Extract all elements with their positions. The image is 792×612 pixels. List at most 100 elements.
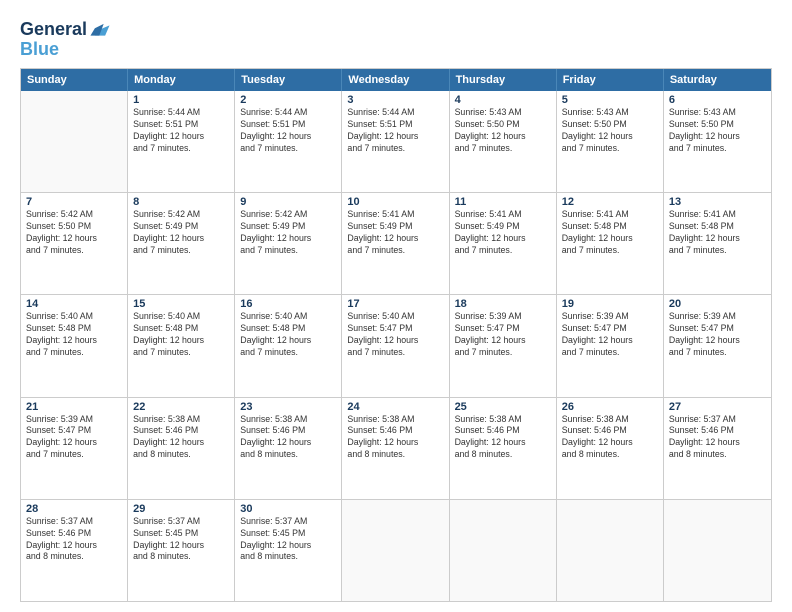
- calendar-header-row: SundayMondayTuesdayWednesdayThursdayFrid…: [21, 69, 771, 91]
- day-info: Sunrise: 5:41 AM Sunset: 5:49 PM Dayligh…: [455, 209, 551, 257]
- calendar-cell: 4Sunrise: 5:43 AM Sunset: 5:50 PM Daylig…: [450, 91, 557, 192]
- day-number: 14: [26, 298, 122, 310]
- day-number: 3: [347, 94, 443, 106]
- calendar-cell: 11Sunrise: 5:41 AM Sunset: 5:49 PM Dayli…: [450, 193, 557, 294]
- day-info: Sunrise: 5:38 AM Sunset: 5:46 PM Dayligh…: [455, 414, 551, 462]
- day-number: 23: [240, 401, 336, 413]
- calendar-cell: 20Sunrise: 5:39 AM Sunset: 5:47 PM Dayli…: [664, 295, 771, 396]
- day-number: 19: [562, 298, 658, 310]
- calendar-cell: [21, 91, 128, 192]
- calendar-row: 7Sunrise: 5:42 AM Sunset: 5:50 PM Daylig…: [21, 192, 771, 294]
- day-info: Sunrise: 5:39 AM Sunset: 5:47 PM Dayligh…: [669, 311, 766, 359]
- day-number: 8: [133, 196, 229, 208]
- calendar-header-cell: Wednesday: [342, 69, 449, 91]
- calendar-cell: 24Sunrise: 5:38 AM Sunset: 5:46 PM Dayli…: [342, 398, 449, 499]
- calendar-cell: 6Sunrise: 5:43 AM Sunset: 5:50 PM Daylig…: [664, 91, 771, 192]
- day-info: Sunrise: 5:37 AM Sunset: 5:46 PM Dayligh…: [26, 516, 122, 564]
- day-number: 22: [133, 401, 229, 413]
- day-info: Sunrise: 5:40 AM Sunset: 5:48 PM Dayligh…: [240, 311, 336, 359]
- day-info: Sunrise: 5:40 AM Sunset: 5:48 PM Dayligh…: [26, 311, 122, 359]
- calendar-cell: 9Sunrise: 5:42 AM Sunset: 5:49 PM Daylig…: [235, 193, 342, 294]
- calendar-cell: 23Sunrise: 5:38 AM Sunset: 5:46 PM Dayli…: [235, 398, 342, 499]
- day-number: 4: [455, 94, 551, 106]
- logo: General Blue: [20, 18, 111, 58]
- day-number: 16: [240, 298, 336, 310]
- day-number: 28: [26, 503, 122, 515]
- calendar-header-cell: Monday: [128, 69, 235, 91]
- day-info: Sunrise: 5:37 AM Sunset: 5:46 PM Dayligh…: [669, 414, 766, 462]
- day-number: 20: [669, 298, 766, 310]
- calendar-cell: 28Sunrise: 5:37 AM Sunset: 5:46 PM Dayli…: [21, 500, 128, 601]
- calendar-cell: [450, 500, 557, 601]
- day-info: Sunrise: 5:40 AM Sunset: 5:47 PM Dayligh…: [347, 311, 443, 359]
- calendar-cell: 21Sunrise: 5:39 AM Sunset: 5:47 PM Dayli…: [21, 398, 128, 499]
- day-number: 6: [669, 94, 766, 106]
- day-info: Sunrise: 5:43 AM Sunset: 5:50 PM Dayligh…: [455, 107, 551, 155]
- logo-icon: [89, 18, 111, 40]
- day-info: Sunrise: 5:40 AM Sunset: 5:48 PM Dayligh…: [133, 311, 229, 359]
- day-number: 1: [133, 94, 229, 106]
- calendar-header-cell: Saturday: [664, 69, 771, 91]
- calendar-cell: 26Sunrise: 5:38 AM Sunset: 5:46 PM Dayli…: [557, 398, 664, 499]
- day-number: 27: [669, 401, 766, 413]
- day-info: Sunrise: 5:39 AM Sunset: 5:47 PM Dayligh…: [26, 414, 122, 462]
- day-number: 30: [240, 503, 336, 515]
- day-number: 2: [240, 94, 336, 106]
- page: General Blue SundayMondayTuesdayWednesda…: [0, 0, 792, 612]
- day-number: 10: [347, 196, 443, 208]
- day-info: Sunrise: 5:44 AM Sunset: 5:51 PM Dayligh…: [240, 107, 336, 155]
- calendar-cell: 14Sunrise: 5:40 AM Sunset: 5:48 PM Dayli…: [21, 295, 128, 396]
- day-number: 24: [347, 401, 443, 413]
- day-info: Sunrise: 5:43 AM Sunset: 5:50 PM Dayligh…: [562, 107, 658, 155]
- calendar-cell: 15Sunrise: 5:40 AM Sunset: 5:48 PM Dayli…: [128, 295, 235, 396]
- calendar-cell: 8Sunrise: 5:42 AM Sunset: 5:49 PM Daylig…: [128, 193, 235, 294]
- calendar-cell: 19Sunrise: 5:39 AM Sunset: 5:47 PM Dayli…: [557, 295, 664, 396]
- calendar-row: 14Sunrise: 5:40 AM Sunset: 5:48 PM Dayli…: [21, 294, 771, 396]
- calendar-header-cell: Friday: [557, 69, 664, 91]
- calendar-body: 1Sunrise: 5:44 AM Sunset: 5:51 PM Daylig…: [21, 91, 771, 601]
- calendar-cell: [664, 500, 771, 601]
- day-number: 12: [562, 196, 658, 208]
- calendar-cell: 22Sunrise: 5:38 AM Sunset: 5:46 PM Dayli…: [128, 398, 235, 499]
- day-number: 5: [562, 94, 658, 106]
- day-number: 15: [133, 298, 229, 310]
- day-number: 29: [133, 503, 229, 515]
- day-number: 7: [26, 196, 122, 208]
- calendar-cell: 25Sunrise: 5:38 AM Sunset: 5:46 PM Dayli…: [450, 398, 557, 499]
- day-number: 9: [240, 196, 336, 208]
- calendar-row: 28Sunrise: 5:37 AM Sunset: 5:46 PM Dayli…: [21, 499, 771, 601]
- calendar-cell: [557, 500, 664, 601]
- calendar-header-cell: Tuesday: [235, 69, 342, 91]
- calendar-cell: 16Sunrise: 5:40 AM Sunset: 5:48 PM Dayli…: [235, 295, 342, 396]
- calendar-cell: 5Sunrise: 5:43 AM Sunset: 5:50 PM Daylig…: [557, 91, 664, 192]
- day-number: 21: [26, 401, 122, 413]
- header: General Blue: [20, 18, 772, 58]
- calendar-cell: 27Sunrise: 5:37 AM Sunset: 5:46 PM Dayli…: [664, 398, 771, 499]
- day-info: Sunrise: 5:38 AM Sunset: 5:46 PM Dayligh…: [133, 414, 229, 462]
- day-info: Sunrise: 5:37 AM Sunset: 5:45 PM Dayligh…: [240, 516, 336, 564]
- day-info: Sunrise: 5:38 AM Sunset: 5:46 PM Dayligh…: [240, 414, 336, 462]
- logo-text: General: [20, 20, 87, 38]
- day-info: Sunrise: 5:42 AM Sunset: 5:49 PM Dayligh…: [240, 209, 336, 257]
- day-info: Sunrise: 5:42 AM Sunset: 5:50 PM Dayligh…: [26, 209, 122, 257]
- day-info: Sunrise: 5:39 AM Sunset: 5:47 PM Dayligh…: [455, 311, 551, 359]
- day-number: 13: [669, 196, 766, 208]
- calendar-cell: 2Sunrise: 5:44 AM Sunset: 5:51 PM Daylig…: [235, 91, 342, 192]
- calendar: SundayMondayTuesdayWednesdayThursdayFrid…: [20, 68, 772, 602]
- calendar-row: 1Sunrise: 5:44 AM Sunset: 5:51 PM Daylig…: [21, 91, 771, 192]
- calendar-cell: 18Sunrise: 5:39 AM Sunset: 5:47 PM Dayli…: [450, 295, 557, 396]
- calendar-cell: 10Sunrise: 5:41 AM Sunset: 5:49 PM Dayli…: [342, 193, 449, 294]
- day-info: Sunrise: 5:38 AM Sunset: 5:46 PM Dayligh…: [562, 414, 658, 462]
- day-info: Sunrise: 5:44 AM Sunset: 5:51 PM Dayligh…: [133, 107, 229, 155]
- day-number: 25: [455, 401, 551, 413]
- calendar-cell: 29Sunrise: 5:37 AM Sunset: 5:45 PM Dayli…: [128, 500, 235, 601]
- day-info: Sunrise: 5:44 AM Sunset: 5:51 PM Dayligh…: [347, 107, 443, 155]
- day-number: 17: [347, 298, 443, 310]
- day-info: Sunrise: 5:37 AM Sunset: 5:45 PM Dayligh…: [133, 516, 229, 564]
- day-info: Sunrise: 5:38 AM Sunset: 5:46 PM Dayligh…: [347, 414, 443, 462]
- calendar-cell: 7Sunrise: 5:42 AM Sunset: 5:50 PM Daylig…: [21, 193, 128, 294]
- calendar-header-cell: Sunday: [21, 69, 128, 91]
- day-info: Sunrise: 5:39 AM Sunset: 5:47 PM Dayligh…: [562, 311, 658, 359]
- day-info: Sunrise: 5:41 AM Sunset: 5:48 PM Dayligh…: [669, 209, 766, 257]
- day-info: Sunrise: 5:43 AM Sunset: 5:50 PM Dayligh…: [669, 107, 766, 155]
